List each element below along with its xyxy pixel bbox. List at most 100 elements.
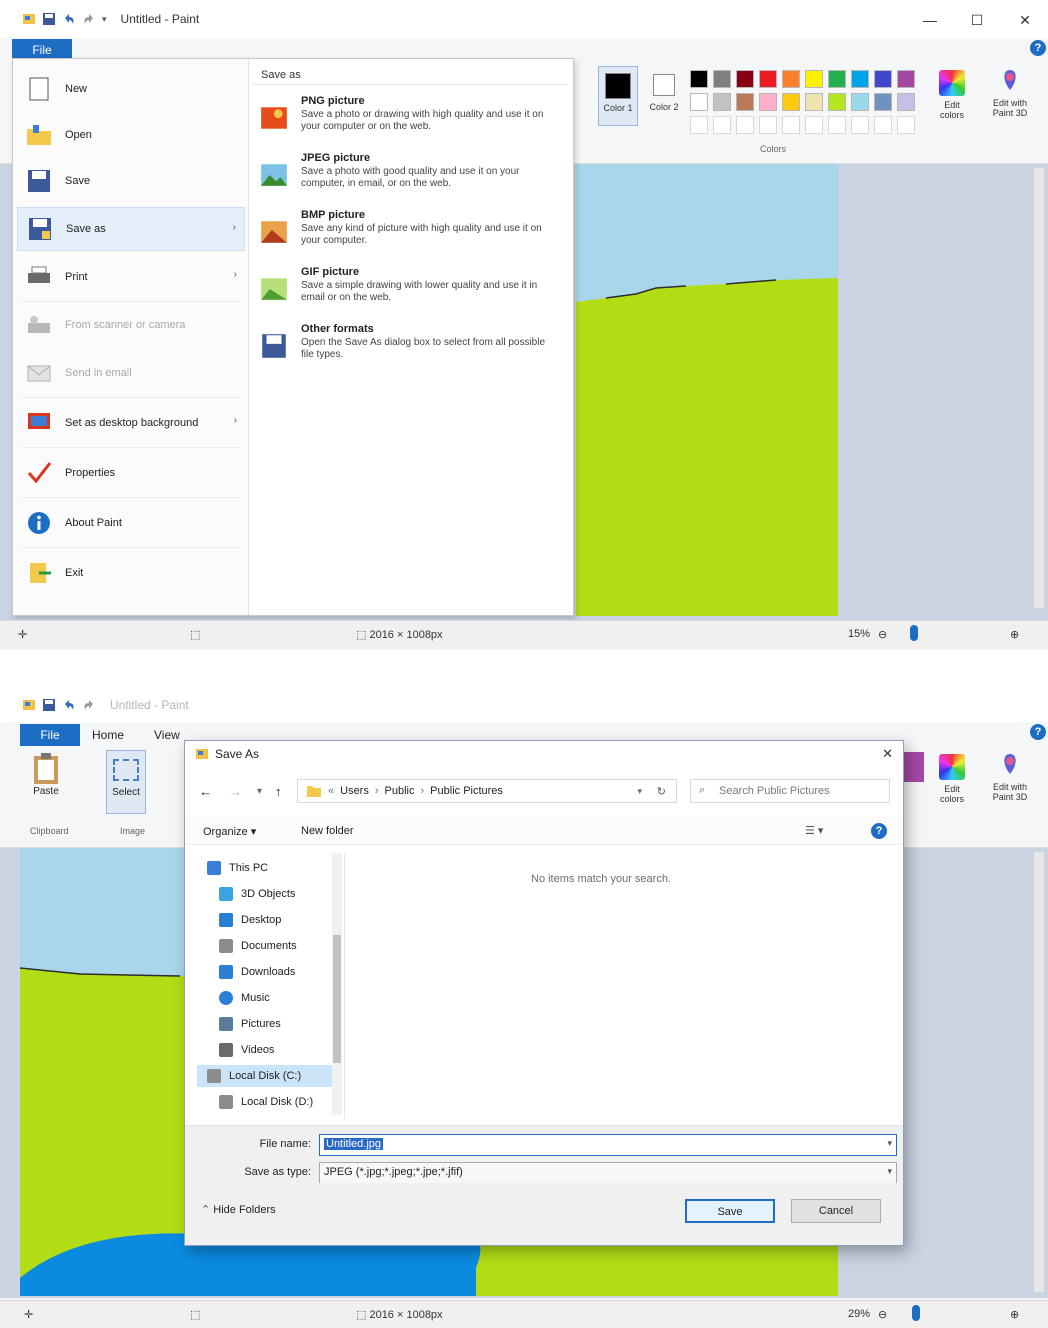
address-dropdown-icon[interactable]: ▾ <box>637 786 642 797</box>
refresh-icon[interactable]: ↻ <box>657 785 666 798</box>
palette-swatch[interactable] <box>759 70 777 88</box>
select-button[interactable]: Select <box>106 750 146 814</box>
close-button[interactable]: ✕ <box>1010 10 1040 30</box>
custom-color-slot[interactable] <box>759 116 777 134</box>
palette-swatch[interactable] <box>851 70 869 88</box>
color1-button[interactable]: Color 1 <box>598 66 638 126</box>
dialog-help-icon[interactable]: ? <box>871 823 887 839</box>
edit-colors-button[interactable]: Edit colors <box>932 68 972 128</box>
save-type-dropdown-icon[interactable]: ▾ <box>887 1166 892 1177</box>
tree-item-videos[interactable]: Videos <box>219 1039 274 1061</box>
file-name-dropdown-icon[interactable]: ▾ <box>887 1138 892 1149</box>
palette-swatch[interactable] <box>874 93 892 111</box>
address-bar[interactable]: « Users › Public › Public Pictures ▾ ↻ <box>297 779 677 803</box>
custom-color-slot[interactable] <box>874 116 892 134</box>
custom-color-slot[interactable] <box>690 116 708 134</box>
forward-button[interactable]: → <box>229 784 242 799</box>
tree-item-local-disk-c[interactable]: Local Disk (C:) <box>197 1065 333 1087</box>
tab-file[interactable]: File <box>20 724 80 746</box>
tree-item-desktop[interactable]: Desktop <box>219 909 281 931</box>
palette-swatch[interactable] <box>759 93 777 111</box>
breadcrumb-users[interactable]: Users <box>340 785 369 797</box>
palette-swatch[interactable] <box>851 93 869 111</box>
file-menu-item-send-in-email[interactable]: Send in email <box>17 351 245 395</box>
custom-color-slot[interactable] <box>713 116 731 134</box>
palette-swatch[interactable] <box>736 93 754 111</box>
vertical-scrollbar[interactable] <box>1034 852 1044 1292</box>
file-menu-item-set-as-desktop-background[interactable]: Set as desktop background › <box>17 401 245 445</box>
custom-color-slot[interactable] <box>805 116 823 134</box>
custom-color-slot[interactable] <box>828 116 846 134</box>
custom-color-slot[interactable] <box>736 116 754 134</box>
custom-color-slot[interactable] <box>851 116 869 134</box>
tree-item-downloads[interactable]: Downloads <box>219 961 295 983</box>
tree-item-3d-objects[interactable]: 3D Objects <box>219 883 295 905</box>
organize-button[interactable]: Organize ▾ <box>203 825 256 838</box>
save-as-option-gif-picture[interactable]: GIF picture Save a simple drawing with lo… <box>253 266 565 322</box>
undo-icon[interactable] <box>62 698 76 712</box>
dialog-close-button[interactable]: ✕ <box>882 746 893 762</box>
minimize-button[interactable]: — <box>915 10 945 30</box>
palette-swatch[interactable] <box>782 70 800 88</box>
save-as-option-bmp-picture[interactable]: BMP picture Save any kind of picture with… <box>253 209 565 265</box>
file-menu-item-exit[interactable]: Exit <box>17 551 245 595</box>
vertical-scrollbar[interactable] <box>1034 168 1044 608</box>
save-as-option-jpeg-picture[interactable]: JPEG picture Save a photo with good quali… <box>253 152 565 208</box>
palette-swatch[interactable] <box>713 93 731 111</box>
save-icon[interactable] <box>42 12 56 26</box>
zoom-in-icon[interactable]: ⊕ <box>1010 628 1019 641</box>
tab-view[interactable]: View <box>154 728 180 742</box>
palette-swatch[interactable] <box>828 70 846 88</box>
palette-swatch[interactable] <box>736 70 754 88</box>
palette-swatch[interactable] <box>897 93 915 111</box>
redo-icon[interactable] <box>82 698 96 712</box>
palette-swatch[interactable] <box>713 70 731 88</box>
save-button[interactable]: Save <box>685 1199 775 1223</box>
color2-button[interactable]: Color 2 <box>644 66 684 126</box>
cancel-button[interactable]: Cancel <box>791 1199 881 1223</box>
redo-icon[interactable] <box>82 12 96 26</box>
file-menu-item-properties[interactable]: Properties <box>17 451 245 495</box>
palette-swatch[interactable] <box>805 70 823 88</box>
zoom-out-icon[interactable]: ⊖ <box>878 1308 887 1321</box>
palette-swatch[interactable] <box>874 70 892 88</box>
hide-folders-toggle[interactable]: ⌃ Hide Folders <box>201 1203 276 1216</box>
palette-swatch[interactable] <box>782 93 800 111</box>
drawing-canvas[interactable] <box>576 164 838 616</box>
save-as-option-png-picture[interactable]: PNG picture Save a photo or drawing with … <box>253 95 565 151</box>
navigation-scroll-thumb[interactable] <box>333 935 341 1063</box>
file-menu-item-print[interactable]: Print › <box>17 255 245 299</box>
palette-swatch[interactable] <box>805 93 823 111</box>
zoom-out-icon[interactable]: ⊖ <box>878 628 887 641</box>
edit-paint3d-button[interactable]: Edit with Paint 3D <box>982 752 1038 812</box>
tree-item-music[interactable]: Music <box>219 987 270 1009</box>
edit-paint3d-button[interactable]: Edit with Paint 3D <box>982 68 1038 128</box>
file-menu-item-save-as[interactable]: Save as › <box>17 207 245 251</box>
file-menu-item-open[interactable]: Open <box>17 113 245 157</box>
file-menu-item-new[interactable]: New <box>17 67 245 111</box>
zoom-slider[interactable] <box>910 625 918 641</box>
undo-icon[interactable] <box>62 12 76 26</box>
new-folder-button[interactable]: New folder <box>301 825 354 837</box>
custom-color-slot[interactable] <box>897 116 915 134</box>
breadcrumb-public[interactable]: Public <box>385 785 415 797</box>
tree-item-documents[interactable]: Documents <box>219 935 297 957</box>
palette-edge-swatch[interactable] <box>904 752 924 782</box>
custom-color-slot[interactable] <box>782 116 800 134</box>
tree-item-local-disk-d[interactable]: Local Disk (D:) <box>219 1091 313 1113</box>
up-button[interactable]: ↑ <box>275 784 282 799</box>
tree-item-this-pc[interactable]: This PC <box>207 857 268 879</box>
maximize-button[interactable]: ☐ <box>962 10 992 30</box>
tab-home[interactable]: Home <box>92 728 124 742</box>
customize-qat-icon[interactable]: ▾ <box>102 14 107 25</box>
palette-swatch[interactable] <box>690 93 708 111</box>
palette-swatch[interactable] <box>828 93 846 111</box>
navigation-scrollbar[interactable] <box>332 853 342 1115</box>
breadcrumb-public-pictures[interactable]: Public Pictures <box>430 785 503 797</box>
edit-colors-button[interactable]: Edit colors <box>932 752 972 812</box>
tree-item-pictures[interactable]: Pictures <box>219 1013 281 1035</box>
save-as-option-other-formats[interactable]: Other formats Open the Save As dialog box… <box>253 323 565 379</box>
zoom-slider[interactable] <box>912 1305 920 1321</box>
paste-button[interactable]: Paste <box>24 752 68 818</box>
zoom-in-icon[interactable]: ⊕ <box>1010 1308 1019 1321</box>
